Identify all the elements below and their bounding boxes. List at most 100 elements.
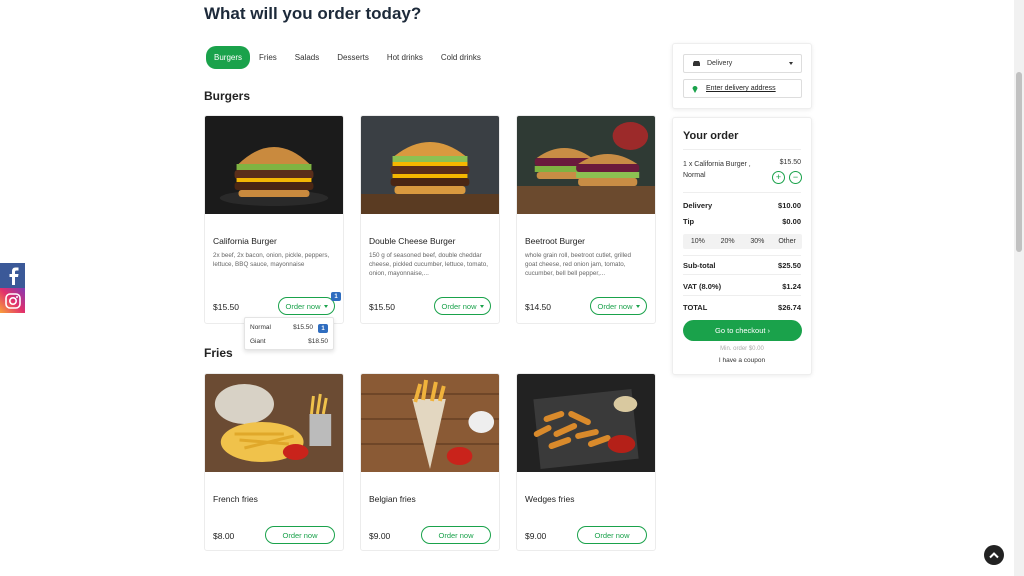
order-panel: Your order 1 x California Burger , Norma… xyxy=(672,117,812,375)
delivery-address-field[interactable]: Enter delivery address xyxy=(683,79,802,98)
divider xyxy=(683,274,801,275)
enter-address-link[interactable]: Enter delivery address xyxy=(706,85,776,92)
delivery-mode-select[interactable]: Delivery xyxy=(683,54,802,73)
order-now-button[interactable]: Order now xyxy=(434,297,491,315)
order-now-button[interactable]: Order now xyxy=(590,297,647,315)
map-pin-icon xyxy=(692,85,698,93)
product-description: 2x beef, 2x bacon, onion, pickle, pepper… xyxy=(213,252,330,268)
chevron-right-icon: › xyxy=(767,326,770,335)
delivery-value: $10.00 xyxy=(778,201,801,210)
caret-down-icon xyxy=(323,304,328,308)
order-item-price: $15.50 xyxy=(779,159,801,166)
size-count-badge: 1 xyxy=(318,324,328,333)
divider xyxy=(683,295,801,296)
caret-down-icon xyxy=(479,304,484,308)
tab-hot-drinks[interactable]: Hot drinks xyxy=(378,46,432,69)
product-name: Double Cheese Burger xyxy=(369,236,456,246)
tip-value: $0.00 xyxy=(782,217,801,226)
product-price: $9.00 xyxy=(525,531,547,541)
size-option-price: $15.50 xyxy=(293,324,313,331)
back-to-top-button[interactable] xyxy=(984,545,1004,565)
minus-icon[interactable]: − xyxy=(789,171,802,184)
product-image[interactable] xyxy=(205,116,343,214)
checkout-label: Go to checkout xyxy=(715,326,766,335)
product-name: Beetroot Burger xyxy=(525,236,586,246)
tip-option-10[interactable]: 10% xyxy=(683,234,713,249)
tab-desserts[interactable]: Desserts xyxy=(328,46,378,69)
min-order-text: Min. order $0.00 xyxy=(720,346,764,352)
product-description: 150 g of seasoned beef, double cheddar c… xyxy=(369,252,489,277)
tip-option-30[interactable]: 30% xyxy=(743,234,773,249)
coupon-link[interactable]: I have a coupon xyxy=(673,357,811,364)
delivery-mode-label: Delivery xyxy=(707,60,733,67)
product-card: Double Cheese Burger 150 g of seasoned b… xyxy=(360,115,500,324)
tip-row: Tip $0.00 xyxy=(683,217,801,226)
order-item-line2: Normal xyxy=(683,172,706,179)
product-image[interactable] xyxy=(517,374,655,472)
product-price: $14.50 xyxy=(525,302,551,312)
size-option-giant[interactable]: Giant $18.50 xyxy=(250,338,328,345)
tip-option-other[interactable]: Other xyxy=(772,234,802,249)
subtotal-value: $25.50 xyxy=(778,261,801,270)
product-image[interactable] xyxy=(361,116,499,214)
subtotal-row: Sub-total $25.50 xyxy=(683,261,801,270)
delivery-row: Delivery $10.00 xyxy=(683,201,801,210)
section-title-fries: Fries xyxy=(204,346,233,360)
size-option-normal[interactable]: Normal $15.50 1 xyxy=(250,324,328,333)
order-now-button[interactable]: Order now xyxy=(577,526,647,544)
order-item-name: 1 x California Burger , Normal xyxy=(683,159,751,181)
size-dropdown: Normal $15.50 1 Giant $18.50 xyxy=(244,317,334,350)
product-price: $8.00 xyxy=(213,531,235,541)
tab-burgers[interactable]: Burgers xyxy=(206,46,251,69)
delivery-panel: Delivery Enter delivery address xyxy=(672,43,812,109)
order-now-label: Order now xyxy=(597,301,633,311)
size-option-label: Giant xyxy=(250,338,266,345)
checkout-button[interactable]: Go to checkout › xyxy=(683,320,802,341)
scrollbar-thumb[interactable] xyxy=(1016,72,1022,252)
caret-down-icon xyxy=(635,304,640,308)
product-price: $15.50 xyxy=(369,302,395,312)
plus-icon[interactable]: + xyxy=(772,171,785,184)
arrow-up-icon xyxy=(989,552,999,559)
category-tabs: Burgers Fries Salads Desserts Hot drinks… xyxy=(206,46,490,69)
product-price: $9.00 xyxy=(369,531,391,541)
instagram-icon[interactable] xyxy=(0,288,25,313)
product-image[interactable] xyxy=(361,374,499,472)
page: What will you order today? Burgers Fries… xyxy=(0,0,1024,576)
tip-label: Tip xyxy=(683,217,695,226)
product-image[interactable] xyxy=(517,116,655,214)
product-name: Wedges fries xyxy=(525,494,575,504)
tab-salads[interactable]: Salads xyxy=(286,46,328,69)
total-value: $26.74 xyxy=(778,303,801,312)
section-title-burgers: Burgers xyxy=(204,89,251,103)
tip-option-20[interactable]: 20% xyxy=(713,234,743,249)
product-description: whole grain roll, beetroot cutlet, grill… xyxy=(525,252,632,277)
tab-fries[interactable]: Fries xyxy=(250,46,286,69)
order-now-button[interactable]: Order now xyxy=(421,526,491,544)
divider xyxy=(683,255,801,256)
order-now-button[interactable]: Order now xyxy=(278,297,335,315)
product-image[interactable] xyxy=(205,374,343,472)
car-icon xyxy=(693,61,700,66)
order-title: Your order xyxy=(683,130,739,142)
tip-options: 10% 20% 30% Other xyxy=(683,234,802,249)
delivery-label: Delivery xyxy=(683,201,713,210)
product-card: Belgian fries $9.00 Order now xyxy=(360,373,500,551)
divider xyxy=(683,192,801,193)
size-option-price: $18.50 xyxy=(308,338,328,345)
facebook-icon[interactable] xyxy=(0,263,25,288)
tab-cold-drinks[interactable]: Cold drinks xyxy=(432,46,490,69)
order-now-label: Order now xyxy=(285,301,321,311)
order-now-button[interactable]: Order now xyxy=(265,526,335,544)
product-card: Beetroot Burger whole grain roll, beetro… xyxy=(516,115,656,324)
scrollbar[interactable] xyxy=(1014,0,1024,576)
vat-label: VAT (8.0%) xyxy=(683,282,722,291)
order-item-line1: 1 x California Burger , xyxy=(683,161,751,168)
cart-count-badge: 1 xyxy=(331,292,341,301)
product-name: French fries xyxy=(213,494,258,504)
product-price: $15.50 xyxy=(213,302,239,312)
vat-value: $1.24 xyxy=(782,282,801,291)
order-now-label: Order now xyxy=(441,301,477,311)
product-card: Wedges fries $9.00 Order now xyxy=(516,373,656,551)
page-title: What will you order today? xyxy=(204,4,422,23)
